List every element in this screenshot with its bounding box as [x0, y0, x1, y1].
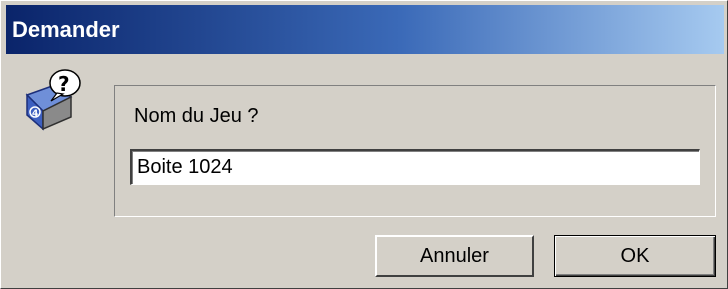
ok-button[interactable]: OK [554, 235, 716, 277]
ok-button-label: OK [620, 244, 650, 267]
title-bar[interactable]: Demander [6, 5, 724, 54]
window-title: Demander [12, 16, 120, 42]
cancel-button[interactable]: Annuler [375, 235, 534, 277]
game-name-input[interactable] [130, 149, 700, 185]
svg-text:4: 4 [32, 109, 38, 119]
cancel-button-label: Annuler [420, 244, 489, 267]
4d-question-icon: 4 ? [21, 67, 87, 133]
svg-text:?: ? [58, 72, 70, 96]
prompt-label: Nom du Jeu ? [134, 105, 259, 127]
request-dialog: Demander 4 ? Nom du Jeu ? Annuler OK [0, 0, 728, 289]
